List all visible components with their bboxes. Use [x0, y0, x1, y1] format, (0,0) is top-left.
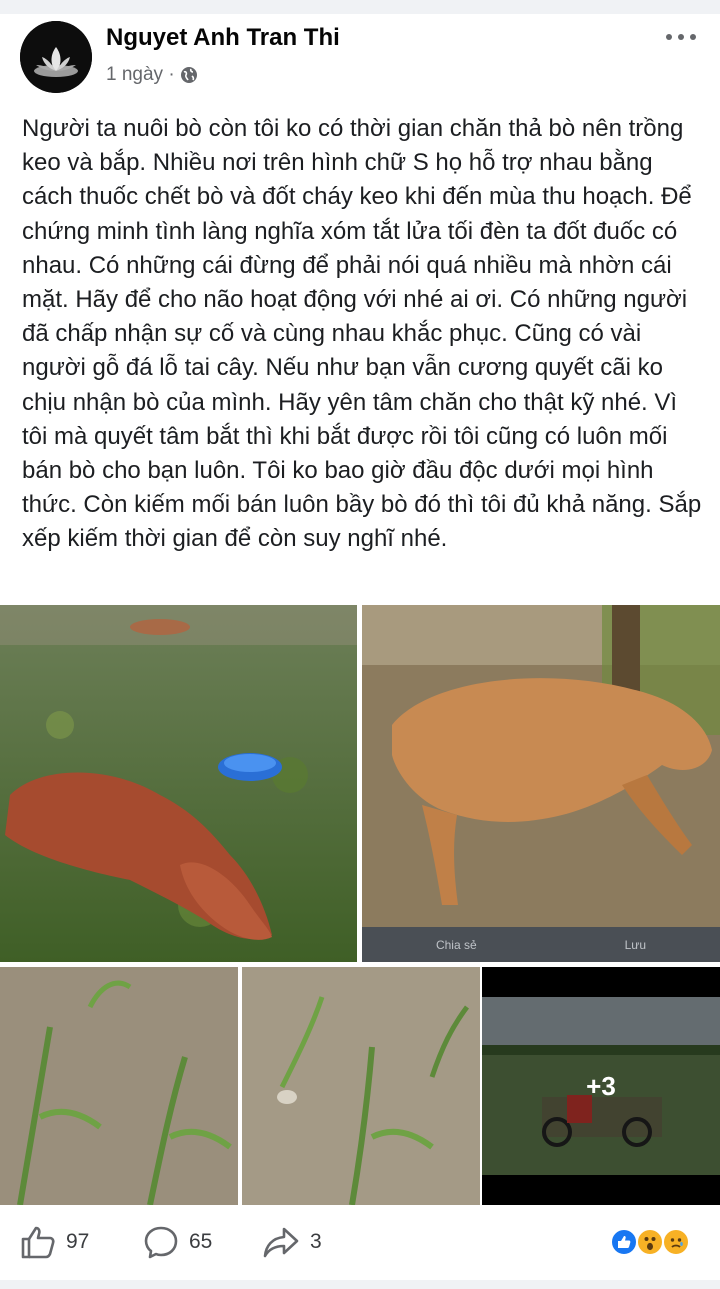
embedded-share-bar: Chia sẻ Lưu: [362, 928, 720, 962]
post-text: Người ta nuôi bò còn tôi ko có thời gian…: [22, 115, 702, 553]
comment-count: 65: [189, 1230, 213, 1253]
reactions-summary[interactable]: [610, 1228, 700, 1258]
top-divider: [0, 0, 720, 14]
bottom-divider: [0, 1280, 720, 1289]
globe-icon: [180, 66, 198, 84]
photo-2[interactable]: Chia sẻ Lưu: [362, 605, 720, 962]
embedded-share-label: Chia sẻ: [435, 938, 477, 952]
post-header: Nguyet Anh Tran Thi 1 ngày ·: [0, 14, 720, 104]
more-photos-count: +3: [586, 1070, 616, 1101]
photo-3[interactable]: [0, 967, 238, 1205]
photo-5-more[interactable]: +3: [482, 967, 720, 1205]
embedded-save-label: Lưu: [624, 938, 646, 952]
like-reaction-icon: [610, 1228, 638, 1256]
like-count: 97: [66, 1230, 90, 1253]
post-meta: 1 ngày ·: [106, 64, 198, 86]
sad-reaction-icon: [662, 1228, 690, 1256]
wow-reaction-icon: [636, 1228, 664, 1256]
author-name[interactable]: Nguyet Anh Tran Thi: [106, 24, 340, 52]
share-count: 3: [310, 1230, 322, 1253]
comment-icon: [144, 1226, 178, 1259]
like-icon: [21, 1226, 55, 1259]
photo-1[interactable]: [0, 605, 357, 962]
more-options-icon[interactable]: [666, 30, 696, 44]
photo-4[interactable]: [242, 967, 480, 1205]
comment-button[interactable]: 65: [143, 1212, 212, 1272]
post-time[interactable]: 1 ngày ·: [106, 64, 175, 86]
share-button[interactable]: 3: [262, 1212, 322, 1272]
like-button[interactable]: 97: [20, 1212, 89, 1272]
avatar[interactable]: [20, 21, 92, 93]
share-icon: [263, 1227, 299, 1258]
